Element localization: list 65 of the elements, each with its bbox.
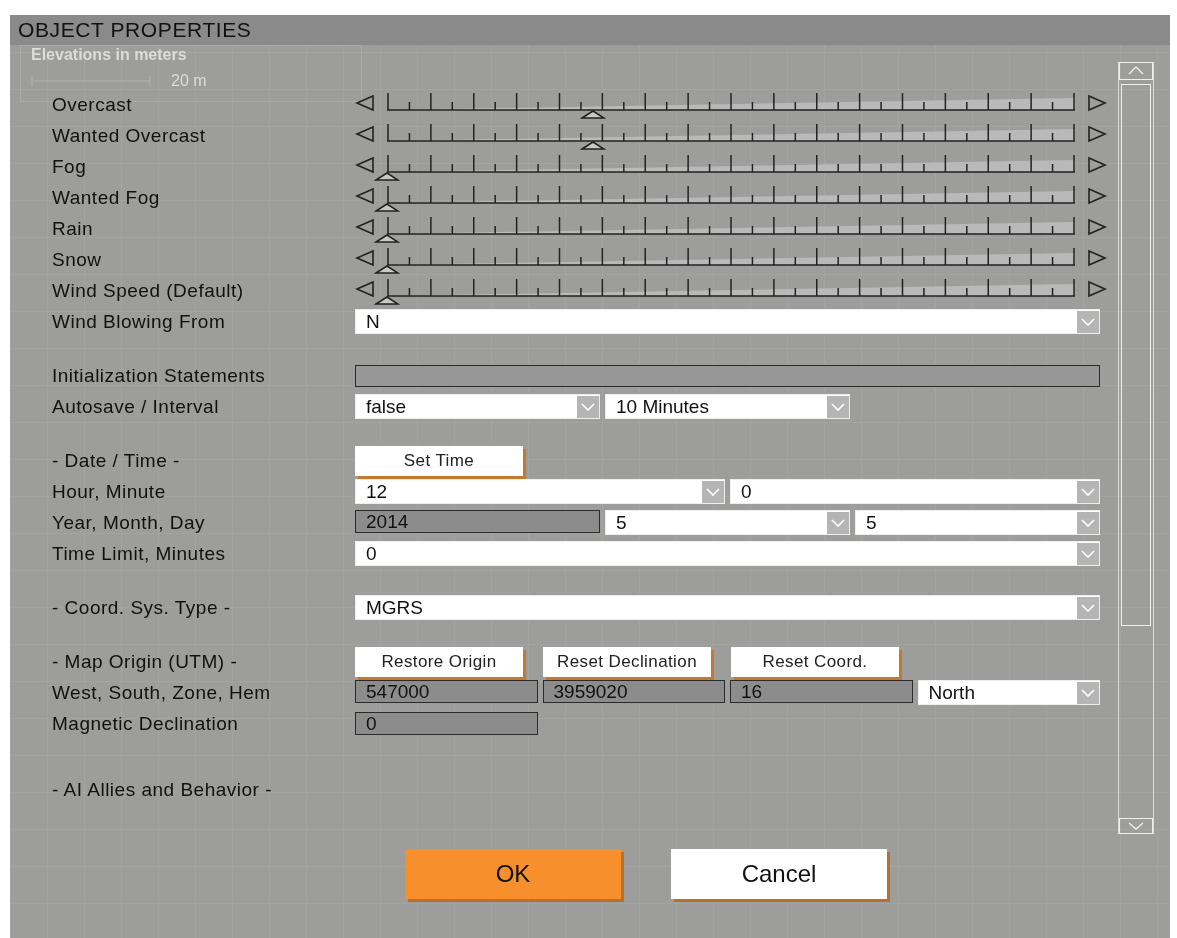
slider-thumb[interactable] [374, 296, 400, 305]
scale-label: 20 m [171, 72, 207, 90]
field-label: Hour, Minute [52, 480, 167, 503]
right-arrow-icon[interactable] [1087, 218, 1107, 236]
read-only-field: 0 [355, 712, 538, 735]
legend-title: Elevations in meters [31, 46, 188, 64]
cancel-button[interactable]: Cancel [671, 849, 887, 899]
field-label: Autosave / Interval [52, 395, 220, 418]
scrollbar[interactable] [1118, 62, 1154, 834]
input-field[interactable] [355, 364, 1100, 387]
field-label: Snow [52, 248, 103, 271]
read-only-field: 2014 [355, 510, 600, 533]
read-only-field: 547000 [355, 680, 538, 703]
dropdown[interactable]: 5 [605, 510, 850, 535]
button[interactable]: Set Time [355, 445, 523, 476]
button[interactable]: Restore Origin [355, 646, 523, 677]
left-arrow-icon[interactable] [355, 125, 375, 143]
slider-thumb[interactable] [374, 234, 400, 243]
field-label: Year, Month, Day [52, 511, 207, 534]
right-arrow-icon[interactable] [1087, 125, 1107, 143]
dropdown[interactable]: 10 Minutes [605, 394, 850, 419]
field-label: - Coord. Sys. Type - [52, 596, 232, 619]
field-label: Overcast [52, 93, 134, 116]
field-label: Fog [52, 155, 88, 178]
button[interactable]: Reset Coord. [731, 646, 899, 677]
field-label: - AI Allies and Behavior - [52, 778, 273, 801]
left-arrow-icon[interactable] [355, 156, 375, 174]
field-label: West, South, Zone, Hem [52, 681, 272, 704]
left-arrow-icon[interactable] [355, 218, 375, 236]
dropdown[interactable]: N [355, 309, 1100, 334]
button[interactable]: Reset Declination [543, 646, 711, 677]
right-arrow-icon[interactable] [1087, 156, 1107, 174]
field-label: - Map Origin (UTM) - [52, 650, 239, 673]
right-arrow-icon[interactable] [1087, 187, 1107, 205]
left-arrow-icon[interactable] [355, 249, 375, 267]
read-only-field: 3959020 [542, 680, 725, 703]
field-label: - Date / Time - [52, 449, 181, 472]
slider-thumb[interactable] [374, 265, 400, 274]
dropdown[interactable]: 5 [855, 510, 1100, 535]
dropdown[interactable]: false [355, 394, 600, 419]
field-label: Initialization Statements [52, 364, 267, 387]
dropdown[interactable]: 0 [730, 479, 1100, 504]
slider-thumb[interactable] [374, 203, 400, 212]
field-label: Rain [52, 217, 95, 240]
ok-button[interactable]: OK [405, 849, 621, 899]
scrollbar-thumb[interactable] [1121, 84, 1151, 626]
field-label: Wanted Fog [52, 186, 161, 209]
dropdown[interactable]: MGRS [355, 595, 1100, 620]
left-arrow-icon[interactable] [355, 94, 375, 112]
right-arrow-icon[interactable] [1087, 94, 1107, 112]
dropdown[interactable]: 12 [355, 479, 725, 504]
right-arrow-icon[interactable] [1087, 249, 1107, 267]
left-arrow-icon[interactable] [355, 280, 375, 298]
field-label: Wanted Overcast [52, 124, 207, 147]
slider-thumb[interactable] [374, 172, 400, 181]
read-only-field: 16 [730, 680, 913, 703]
field-label: Magnetic Declination [52, 712, 240, 735]
right-arrow-icon[interactable] [1087, 280, 1107, 298]
dropdown[interactable]: North [917, 680, 1100, 705]
window-title: OBJECT PROPERTIES [18, 18, 252, 42]
field-label: Wind Speed (Default) [52, 279, 245, 302]
dropdown[interactable]: 0 [355, 541, 1100, 566]
field-label: Time Limit, Minutes [52, 542, 227, 565]
field-label: Wind Blowing From [52, 310, 227, 333]
left-arrow-icon[interactable] [355, 187, 375, 205]
